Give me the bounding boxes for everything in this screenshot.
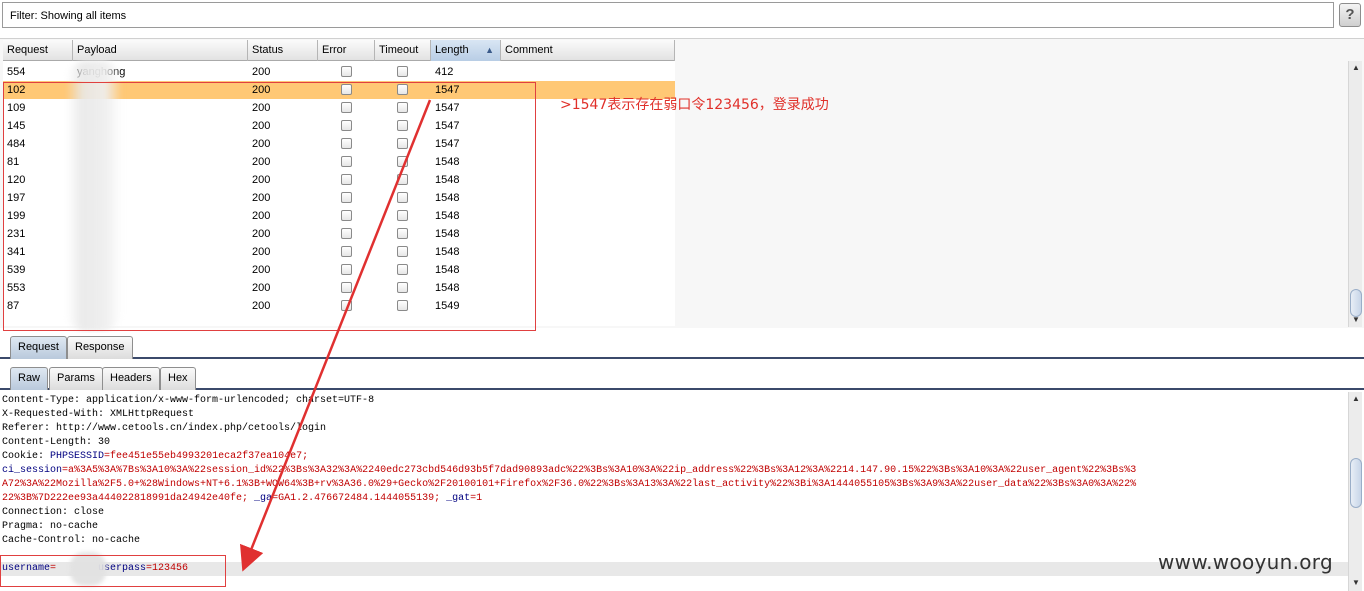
scroll-down-icon[interactable]: ▼ — [1349, 576, 1363, 590]
column-header-error[interactable]: Error — [318, 40, 375, 61]
cookie-value: =GA1.2.476672484.1444055139; — [272, 493, 441, 504]
column-header-length-label: Length — [435, 44, 469, 56]
header-value: XMLHttpRequest — [104, 409, 195, 420]
scroll-thumb[interactable] — [1350, 458, 1362, 508]
view-tabs: Raw Params Headers Hex — [0, 364, 1364, 390]
watermark: www.wooyun.org — [1158, 550, 1333, 574]
cookie-name: _ga — [248, 493, 273, 504]
filter-box[interactable]: Filter: Showing all items — [2, 2, 1334, 28]
column-header-comment[interactable]: Comment — [501, 40, 675, 61]
filter-text: Filter: Showing all items — [10, 10, 127, 22]
help-button[interactable]: ? — [1339, 3, 1361, 27]
tab-response[interactable]: Response — [67, 336, 133, 359]
header-value: application/x-www-form-urlencoded; chars… — [80, 395, 375, 406]
message-tabs: Request Response — [0, 333, 1364, 359]
cookie-line: Cookie: PHPSESSID=fee451e55eb4993201eca2… — [2, 450, 308, 464]
header-value: 30 — [92, 437, 111, 448]
header-value: http://www.cetools.cn/index.php/cetools/… — [50, 423, 327, 434]
table-header: Request Payload Status Error Timeout Len… — [3, 40, 675, 61]
tab-params[interactable]: Params — [49, 367, 103, 390]
column-header-payload[interactable]: Payload — [73, 40, 248, 61]
annotation-box — [3, 82, 536, 331]
cookie-value: =a%3A5%3A%7Bs%3A10%3A%22session_id%22%3B… — [62, 465, 1137, 476]
cell-status: 200 — [252, 66, 271, 78]
tab-headers[interactable]: Headers — [102, 367, 160, 390]
header-line: X-Requested-With: XMLHttpRequest — [2, 408, 194, 422]
header-line: Content-Length: 30 — [2, 436, 110, 450]
cookie-value: =fee451e55eb4993201eca2f37ea104e7; — [104, 451, 309, 462]
cookie-value: =1 — [470, 493, 483, 504]
header-key: Pragma: — [2, 521, 45, 532]
annotation-text: >1547表示存在弱口令123456，登录成功 — [560, 97, 829, 113]
cookie-line: A72%3A%22Mozilla%2F5.0+%28Windows+NT+6.1… — [2, 478, 1136, 492]
cell-request: 554 — [7, 66, 26, 78]
scroll-up-icon[interactable]: ▲ — [1349, 392, 1363, 406]
table-scrollbar[interactable]: ▲ ▼ — [1348, 61, 1362, 327]
header-key: X-Requested-With: — [2, 409, 105, 420]
filter-bar: Filter: Showing all items ? — [0, 0, 1364, 32]
tab-request[interactable]: Request — [10, 336, 67, 359]
header-value: close — [68, 507, 105, 518]
column-header-status[interactable]: Status — [248, 40, 318, 61]
cookie-value: 22%3B%7D222ee93a444022818991da24942e40fe… — [2, 493, 249, 504]
header-line: Cache-Control: no-cache — [2, 534, 140, 548]
body-annotation-box — [0, 555, 226, 587]
header-key: Content-Length: — [2, 437, 93, 448]
header-line: Pragma: no-cache — [2, 520, 98, 534]
timeout-checkbox[interactable] — [397, 66, 408, 77]
raw-scrollbar[interactable]: ▲ ▼ — [1348, 392, 1362, 591]
header-line: Content-Type: application/x-www-form-url… — [2, 394, 374, 408]
header-value: no-cache — [44, 521, 99, 532]
cookie-name: PHPSESSID — [50, 451, 105, 462]
header-key: Referer: — [2, 423, 51, 434]
header-key: Connection: — [2, 507, 69, 518]
cookie-name: _gat — [440, 493, 471, 504]
column-header-timeout[interactable]: Timeout — [375, 40, 431, 61]
tab-hex[interactable]: Hex — [160, 367, 196, 390]
header-value: no-cache — [86, 535, 141, 546]
header-line: Connection: close — [2, 506, 104, 520]
cookie-line: ci_session=a%3A5%3A%7Bs%3A10%3A%22sessio… — [2, 464, 1136, 478]
header-key: Cache-Control: — [2, 535, 87, 546]
tab-raw[interactable]: Raw — [10, 367, 49, 390]
column-header-length[interactable]: Length ▲ — [431, 40, 501, 61]
cookie-name: ci_session — [2, 465, 63, 476]
cookie-value: A72%3A%22Mozilla%2F5.0+%28Windows+NT+6.1… — [2, 479, 1137, 490]
cookie-line: 22%3B%7D222ee93a444022818991da24942e40fe… — [2, 492, 482, 506]
header-key: Cookie: — [2, 451, 45, 462]
scroll-up-icon[interactable]: ▲ — [1349, 61, 1363, 75]
error-checkbox[interactable] — [341, 66, 352, 77]
cell-length: 412 — [435, 66, 454, 78]
column-header-request[interactable]: Request — [3, 40, 73, 61]
header-key: Content-Type: — [2, 395, 81, 406]
sort-ascending-icon: ▲ — [485, 45, 494, 55]
scroll-down-icon[interactable]: ▼ — [1349, 313, 1363, 327]
header-line: Referer: http://www.cetools.cn/index.php… — [2, 422, 326, 436]
